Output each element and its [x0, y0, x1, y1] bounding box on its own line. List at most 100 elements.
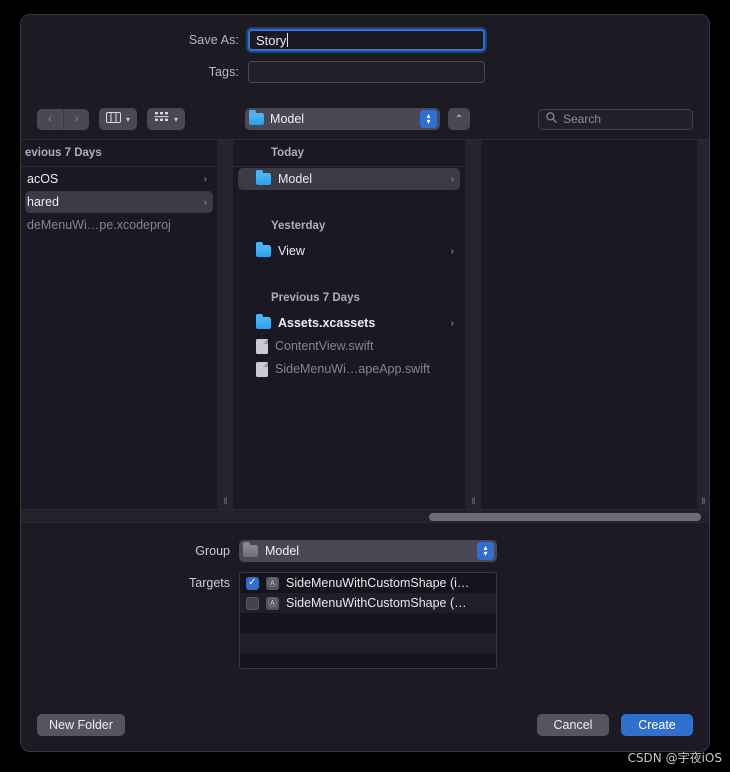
chevron-down-icon: ▾	[126, 114, 131, 124]
disclosure-icon: ›	[450, 317, 454, 329]
text-caret	[287, 33, 289, 47]
list-item[interactable]: hared ›	[25, 191, 213, 213]
caret-down-icon: ▾	[483, 549, 488, 558]
caret-down-icon: ▾	[426, 117, 431, 126]
tags-input[interactable]	[248, 61, 485, 83]
app-target-icon: Ⓐ	[266, 596, 279, 610]
disclosure-icon: ›	[203, 196, 207, 208]
view-mode-button[interactable]: ▾	[99, 108, 138, 130]
folder-icon	[249, 110, 265, 125]
table-row-empty	[240, 653, 496, 668]
folder-icon	[256, 314, 271, 329]
target-checkbox[interactable]	[246, 596, 259, 610]
dialog-footer: New Folder Cancel Create	[21, 699, 709, 751]
group-popup-button[interactable]: Model ▴ ▾	[239, 540, 497, 562]
search-placeholder: Search	[563, 112, 602, 126]
table-row[interactable]: Ⓐ SideMenuWithCustomShape (…	[240, 593, 496, 613]
column-resize-grip-icon[interactable]: ‖	[224, 496, 228, 506]
new-folder-button[interactable]: New Folder	[37, 714, 125, 736]
column-group-header: Yesterday	[271, 220, 326, 232]
tags-row: Tags:	[21, 61, 709, 83]
popup-stepper-icon: ▴ ▾	[420, 110, 438, 128]
column-group-header: evious 7 Days	[21, 140, 217, 167]
item-label: SideMenuWi…apeApp.swift	[275, 362, 430, 376]
document-icon	[256, 338, 268, 354]
column-group-header: Today	[233, 140, 465, 167]
list-item[interactable]: Model ›	[238, 168, 460, 190]
back-button[interactable]: ‹	[37, 109, 63, 130]
watermark: CSDN @宇夜iOS	[627, 751, 722, 765]
nav-segmented-control: ‹ ›	[37, 108, 89, 130]
dialog-header: Save As: Story Tags:	[21, 15, 709, 99]
save-as-label: Save As:	[188, 33, 239, 47]
scrollbar-thumb[interactable]	[429, 513, 701, 521]
accessory-view: Group Model ▴ ▾ Targets ✓ Ⓐ SideMenuWith…	[21, 523, 709, 699]
popup-stepper-icon: ▴ ▾	[477, 542, 494, 560]
document-icon	[256, 361, 268, 377]
item-label: acOS	[27, 172, 59, 186]
save-as-row: Save As: Story	[21, 29, 709, 51]
folder-icon	[243, 542, 258, 557]
table-row-empty	[240, 613, 496, 633]
browser-column-left[interactable]: evious 7 Days acOS › hared › deMenuWi…pe…	[21, 140, 217, 509]
item-label: Model	[278, 172, 313, 186]
tags-label: Tags:	[208, 65, 239, 79]
target-label: SideMenuWithCustomShape (i…	[286, 576, 470, 590]
item-label: ContentView.swift	[275, 339, 374, 353]
list-item[interactable]: SideMenuWi…apeApp.swift	[238, 358, 460, 380]
disclosure-icon: ›	[450, 245, 454, 257]
targets-label: Targets	[189, 576, 230, 590]
chevron-left-icon: ‹	[48, 113, 52, 125]
folder-icon	[256, 242, 271, 257]
table-row[interactable]: ✓ Ⓐ SideMenuWithCustomShape (i…	[240, 573, 496, 593]
table-row-empty	[240, 633, 496, 653]
browser-column-middle[interactable]: Today Model › Yesterday View › Previous …	[233, 140, 465, 509]
targets-row: Targets ✓ Ⓐ SideMenuWithCustomShape (i… …	[21, 572, 709, 669]
group-row: Group Model ▴ ▾	[21, 540, 709, 562]
group-by-button[interactable]: ▾	[147, 108, 186, 130]
list-item[interactable]: ContentView.swift	[238, 335, 460, 357]
group-label: Group	[195, 544, 230, 558]
chevron-up-icon: ⌃	[454, 113, 464, 125]
column-resize-grip-icon[interactable]: ‖	[702, 496, 706, 506]
column-group-header: Previous 7 Days	[271, 292, 360, 304]
list-item[interactable]: deMenuWi…pe.xcodeproj	[25, 214, 213, 236]
toolbar: ‹ › ▾ ▾ Model ▴ ▾ ⌃ Search	[21, 99, 709, 139]
group-value: Model	[265, 544, 300, 558]
location-popup-button[interactable]: Model ▴ ▾	[245, 108, 441, 130]
search-icon	[546, 110, 557, 128]
target-checkbox[interactable]: ✓	[246, 576, 259, 590]
go-up-button[interactable]: ⌃	[448, 108, 471, 130]
folder-icon	[256, 170, 271, 185]
forward-button[interactable]: ›	[63, 108, 89, 130]
list-item[interactable]: Assets.xcassets ›	[238, 312, 460, 334]
targets-list[interactable]: ✓ Ⓐ SideMenuWithCustomShape (i… Ⓐ SideMe…	[239, 572, 497, 669]
save-as-input[interactable]: Story	[248, 29, 485, 51]
file-browser: evious 7 Days acOS › hared › deMenuWi…pe…	[21, 139, 709, 509]
column-resize-grip-icon[interactable]: ‖	[472, 496, 476, 506]
column-scrollbar-left[interactable]: ‖	[217, 140, 233, 509]
save-dialog: Save As: Story Tags: ‹ › ▾ ▾ Model ▴ ▾ ⌃…	[20, 14, 710, 752]
item-label: Assets.xcassets	[278, 316, 376, 330]
item-label: deMenuWi…pe.xcodeproj	[27, 218, 171, 232]
search-field[interactable]: Search	[538, 108, 693, 130]
create-button[interactable]: Create	[621, 714, 693, 736]
list-item[interactable]: acOS ›	[25, 168, 213, 190]
save-as-value: Story	[256, 32, 287, 48]
browser-column-right[interactable]	[481, 140, 697, 509]
list-item[interactable]: View ›	[238, 240, 460, 262]
columns-view-icon	[106, 110, 121, 128]
app-target-icon: Ⓐ	[266, 576, 279, 590]
chevron-down-icon: ▾	[174, 114, 179, 124]
horizontal-scrollbar[interactable]	[21, 509, 709, 523]
column-scrollbar-right[interactable]: ‖	[697, 140, 709, 509]
cancel-button[interactable]: Cancel	[537, 714, 609, 736]
disclosure-icon: ›	[203, 173, 207, 185]
item-label: hared	[27, 195, 59, 209]
target-label: SideMenuWithCustomShape (…	[286, 596, 467, 610]
item-label: View	[278, 244, 305, 258]
disclosure-icon: ›	[450, 173, 454, 185]
column-scrollbar-middle[interactable]: ‖	[465, 140, 481, 509]
